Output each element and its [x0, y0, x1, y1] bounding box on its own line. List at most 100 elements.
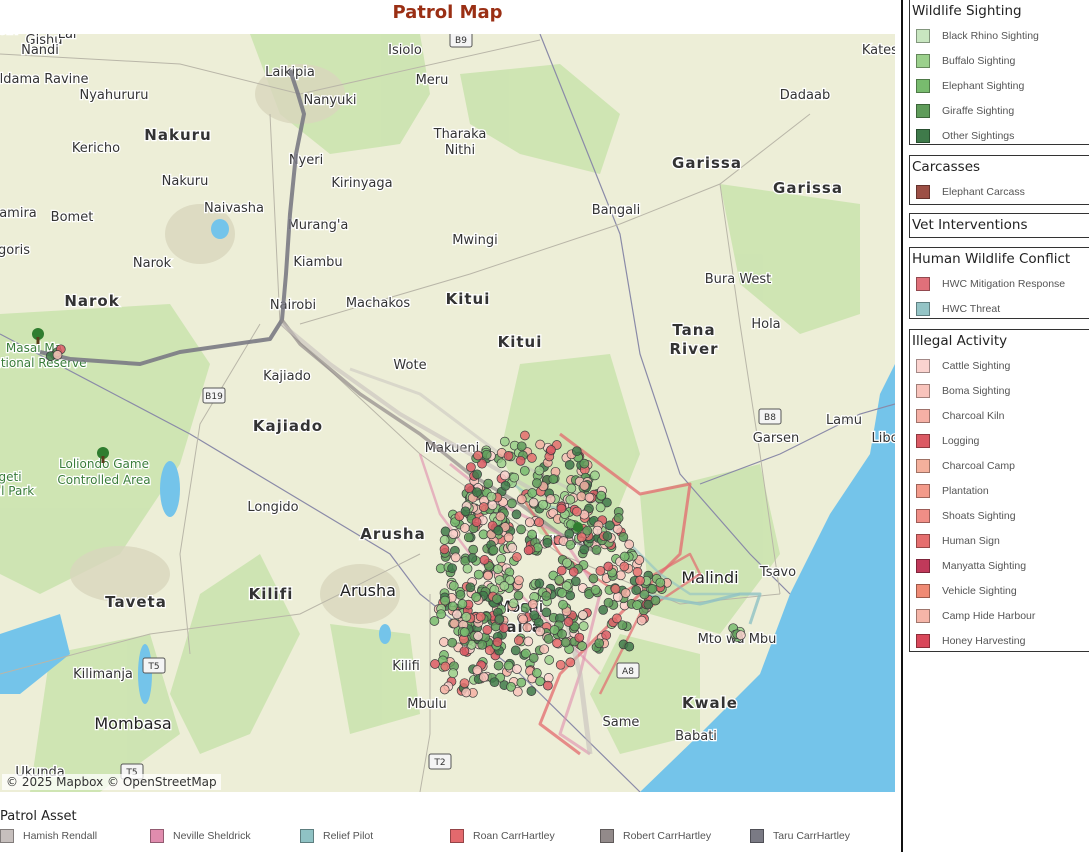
observation-point[interactable] [503, 660, 514, 671]
observation-point[interactable] [447, 637, 458, 648]
patrol-asset-item[interactable]: Robert CarrHartley [600, 829, 711, 843]
legend-item[interactable]: Elephant Carcass [910, 179, 1089, 204]
observation-point[interactable] [524, 517, 535, 528]
observation-point[interactable] [447, 601, 458, 612]
observation-point[interactable] [528, 497, 539, 508]
observation-point[interactable] [460, 506, 471, 517]
legend-item[interactable]: Charcoal Kiln [910, 403, 1089, 428]
patrol-map[interactable]: Gishu Nandi Eldama Ravine Nyahururu Laikipia… [0, 34, 895, 792]
observation-point[interactable] [579, 544, 590, 555]
patrol-asset-item[interactable]: Roan CarrHartley [450, 829, 555, 843]
observation-point[interactable] [467, 553, 478, 563]
observation-point[interactable] [523, 545, 534, 556]
observation-point[interactable] [570, 576, 581, 587]
observation-point[interactable] [455, 589, 466, 600]
observation-point[interactable] [439, 544, 450, 555]
observation-point[interactable] [516, 524, 526, 535]
observation-point[interactable] [450, 552, 461, 563]
observation-point[interactable] [635, 575, 645, 586]
observation-point[interactable] [535, 439, 545, 450]
legend-item[interactable]: Plantation [910, 478, 1089, 503]
observation-point[interactable] [515, 455, 526, 466]
observation-point[interactable] [655, 577, 666, 588]
observation-point[interactable] [493, 564, 503, 574]
observation-point[interactable] [602, 531, 613, 541]
observation-point[interactable] [595, 565, 606, 576]
observation-point[interactable] [631, 585, 642, 596]
observation-point[interactable] [461, 612, 472, 622]
observation-point[interactable] [594, 638, 605, 649]
observation-point[interactable] [576, 532, 587, 543]
observation-point[interactable] [601, 630, 612, 641]
observation-point[interactable] [514, 575, 524, 586]
observation-point[interactable] [462, 563, 473, 574]
observation-point[interactable] [483, 570, 493, 581]
observation-point[interactable] [436, 609, 446, 620]
observation-point[interactable] [503, 532, 514, 543]
observation-point[interactable] [556, 503, 567, 514]
observation-point[interactable] [592, 525, 603, 536]
observation-point[interactable] [527, 529, 537, 540]
observation-point[interactable] [493, 660, 504, 671]
observation-point[interactable] [440, 595, 450, 606]
observation-point[interactable] [52, 350, 63, 360]
observation-point[interactable] [518, 614, 528, 625]
patrol-asset-item[interactable]: Taru CarrHartley [750, 829, 850, 843]
observation-point[interactable] [449, 618, 460, 629]
legend-item[interactable]: Giraffe Sighting [910, 98, 1089, 123]
observation-point[interactable] [513, 635, 524, 646]
observation-point[interactable] [632, 567, 643, 577]
observation-point[interactable] [507, 542, 518, 553]
observation-point[interactable] [576, 491, 587, 502]
observation-point[interactable] [548, 474, 559, 484]
observation-point[interactable] [473, 450, 483, 461]
observation-point[interactable] [624, 641, 635, 652]
observation-point[interactable] [475, 611, 486, 622]
patrol-asset-item[interactable]: Neville Sheldrick [150, 829, 251, 843]
observation-point[interactable] [579, 458, 590, 469]
observation-point[interactable] [483, 478, 494, 489]
observation-point[interactable] [510, 645, 521, 656]
observation-point[interactable] [541, 591, 552, 601]
observation-point[interactable] [516, 494, 527, 505]
observation-point[interactable] [571, 446, 582, 457]
observation-point[interactable] [596, 490, 607, 501]
observation-point[interactable] [516, 677, 527, 688]
observation-point[interactable] [472, 665, 483, 676]
observation-point[interactable] [539, 644, 550, 655]
observation-point[interactable] [489, 677, 500, 688]
observation-point[interactable] [452, 609, 462, 620]
observation-point[interactable] [493, 525, 504, 536]
legend-item[interactable]: Camp Hide Harbour [910, 603, 1089, 628]
observation-point[interactable] [579, 480, 590, 491]
observation-point[interactable] [535, 676, 545, 687]
observation-point[interactable] [565, 657, 576, 668]
observation-point[interactable] [578, 621, 589, 631]
observation-point[interactable] [499, 623, 509, 633]
observation-point[interactable] [590, 585, 601, 595]
observation-point[interactable] [509, 472, 520, 483]
observation-point[interactable] [520, 430, 530, 441]
observation-point[interactable] [460, 523, 470, 533]
observation-point[interactable] [500, 480, 511, 491]
observation-point[interactable] [481, 449, 492, 460]
observation-point[interactable] [459, 678, 470, 689]
observation-point[interactable] [603, 561, 614, 572]
observation-point[interactable] [500, 470, 510, 481]
observation-point[interactable] [565, 539, 576, 550]
observation-point[interactable] [503, 451, 514, 461]
observation-point[interactable] [554, 575, 565, 585]
observation-point[interactable] [605, 520, 615, 531]
legend-item[interactable]: Other Sightings [910, 123, 1089, 148]
patrol-asset-item[interactable]: Hamish Rendall [0, 829, 97, 843]
observation-point[interactable] [522, 622, 533, 633]
observation-point[interactable] [552, 638, 562, 648]
observation-point[interactable] [564, 528, 575, 539]
legend-item[interactable]: Honey Harvesting [910, 628, 1089, 653]
observation-point[interactable] [448, 529, 459, 539]
observation-point[interactable] [473, 569, 484, 580]
legend-item[interactable]: Vehicle Sighting [910, 578, 1089, 603]
legend-item[interactable]: Human Sign [910, 528, 1089, 553]
observation-point[interactable] [463, 532, 474, 543]
observation-point[interactable] [577, 641, 587, 651]
